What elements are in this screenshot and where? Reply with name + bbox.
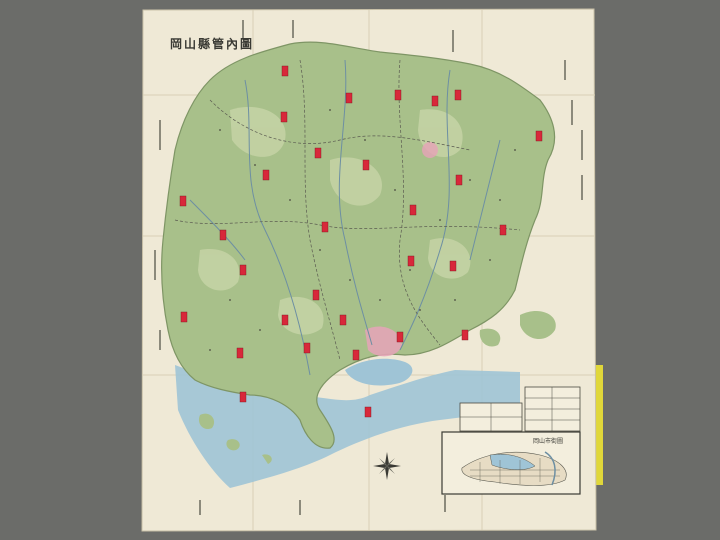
map-title: 岡山縣管內圖 [170,36,254,51]
scene: 岡山縣管內圖 岡山市街圖 [0,0,720,540]
tsuyama-city-area [422,142,438,158]
map-sheet: 岡山縣管內圖 岡山市街圖 [141,8,603,532]
inset-title: 岡山市街圖 [533,437,563,445]
inset-city-map: 岡山市街圖 [441,431,581,495]
